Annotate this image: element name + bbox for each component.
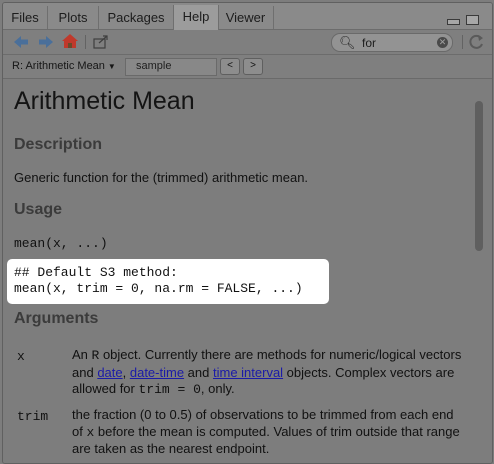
tab-files[interactable]: Files (3, 6, 48, 29)
text: , only. (200, 381, 235, 396)
toolbar-separator (462, 35, 463, 49)
tab-help[interactable]: Help (173, 5, 219, 30)
help-content[interactable]: Arithmetic Mean Description Generic func… (3, 79, 492, 463)
topic-label: R: Arithmetic Mean (12, 60, 105, 72)
page-title: Arithmetic Mean (14, 87, 195, 115)
search-input[interactable]: for (362, 36, 376, 50)
link-time-interval[interactable]: time interval (213, 365, 283, 380)
tab-plots[interactable]: Plots (48, 6, 99, 29)
s3-method-call: mean(x, trim = 0, na.rm = FALSE, ...) (14, 281, 303, 296)
arg-description-trim: the fraction (0 to 0.5) of observations … (72, 407, 464, 458)
help-search-box[interactable]: 🔍︎ for ✕ (331, 33, 453, 52)
maximize-pane-icon[interactable] (466, 15, 479, 25)
minimize-pane-icon[interactable] (447, 19, 460, 25)
highlighted-code-block: ## Default S3 method: mean(x, trim = 0, … (7, 259, 329, 304)
text: An (72, 347, 92, 362)
pane-tab-bar: Files Plots Packages Help Viewer (3, 3, 492, 30)
usage-heading: Usage (14, 201, 63, 218)
link-date[interactable]: date (97, 365, 122, 380)
refresh-icon[interactable] (468, 34, 486, 50)
link-date-time[interactable]: date-time (130, 365, 184, 380)
arguments-heading: Arguments (14, 310, 99, 327)
description-text: Generic function for the (trimmed) arith… (14, 170, 309, 185)
find-in-topic-input[interactable]: sample (125, 58, 217, 76)
s3-method-comment: ## Default S3 method: (14, 265, 178, 280)
tab-viewer[interactable]: Viewer (218, 6, 274, 29)
text: and (184, 364, 213, 380)
clear-search-icon[interactable]: ✕ (437, 37, 448, 48)
back-arrow-icon[interactable] (12, 34, 30, 50)
text: before the mean is computed. Values of t… (72, 423, 460, 457)
search-icon: 🔍︎ (339, 35, 356, 50)
usage-code: mean(x, ...) (14, 236, 108, 251)
arg-name-x: x (17, 349, 25, 364)
find-prev-button[interactable]: < (220, 58, 240, 75)
popout-icon[interactable] (92, 34, 110, 50)
chevron-down-icon: ▼ (107, 62, 116, 71)
vertical-scrollbar[interactable] (473, 87, 485, 463)
home-icon[interactable] (61, 33, 79, 49)
help-pane: Files Plots Packages Help Viewer 🔍︎ for … (2, 2, 493, 464)
help-navbar: R: Arithmetic Mean ▼ sample < > (3, 55, 492, 79)
find-input-value: sample (136, 60, 172, 72)
description-heading: Description (14, 136, 103, 153)
scrollbar-thumb[interactable] (475, 101, 483, 251)
topic-dropdown[interactable]: R: Arithmetic Mean ▼ (12, 60, 116, 72)
arg-description-x: An R object. Currently there are methods… (72, 347, 464, 399)
toolbar-separator (85, 35, 86, 49)
find-next-button[interactable]: > (243, 58, 263, 75)
tab-packages[interactable]: Packages (99, 6, 174, 29)
arg-name-trim: trim (17, 409, 49, 424)
inline-code: trim = 0 (138, 382, 201, 397)
forward-arrow-icon[interactable] (37, 34, 55, 50)
help-toolbar: 🔍︎ for ✕ (3, 30, 492, 55)
text: , (122, 364, 130, 380)
